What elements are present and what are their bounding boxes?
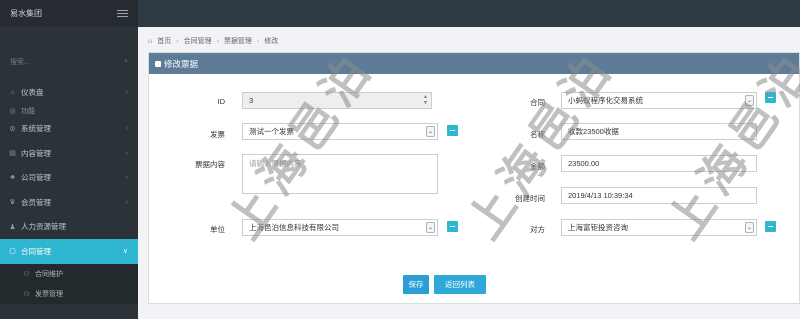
- lock-icon: [155, 60, 161, 67]
- home-icon: ⌂: [148, 37, 153, 45]
- sidebar-subitem-contract-maintain[interactable]: ⚇ 合同维护: [0, 264, 138, 284]
- sidebar-item-company[interactable]: ♣ 公司管理 ‹: [0, 166, 138, 191]
- add-unit-button[interactable]: [447, 221, 458, 232]
- top-bar: [138, 0, 800, 27]
- add-invoice-button[interactable]: [447, 125, 458, 136]
- sidebar-submenu: ⚇ 合同维护 ⚇ 发票管理: [0, 263, 138, 304]
- breadcrumb-current: 修改: [264, 38, 279, 45]
- contract-select[interactable]: 小蚂蚁程序化交易系统 ⌄: [561, 92, 757, 109]
- back-to-list-button[interactable]: 返回列表: [434, 275, 486, 294]
- invoice-select[interactable]: 测试一个发票 ⌄: [242, 123, 438, 140]
- add-contract-button[interactable]: [765, 92, 776, 103]
- party-label: 对方: [530, 225, 545, 234]
- sidebar-item-hr[interactable]: ♟ 人力资源管理: [0, 215, 138, 240]
- amount-label: 金额: [530, 162, 545, 171]
- add-party-button[interactable]: [765, 221, 776, 232]
- sidebar-item-content[interactable]: ▤ 内容管理 ‹: [0, 141, 138, 166]
- sidebar-subitem-invoice[interactable]: ⚇ 发票管理: [0, 284, 138, 304]
- chevron-down-icon[interactable]: ⌄: [426, 222, 435, 233]
- chevron-down-icon[interactable]: ⌄: [745, 95, 754, 106]
- home-icon: ⌂: [10, 88, 15, 96]
- panel-header: 修改票据: [149, 53, 799, 74]
- contract-label: 合同: [530, 98, 545, 107]
- chevron-left-icon: ‹: [125, 88, 128, 96]
- content-textarea[interactable]: 请输入票据内容: [242, 154, 438, 194]
- sidebar-item-member[interactable]: ♛ 会员管理 ‹: [0, 190, 138, 215]
- brand-name: 易水集团: [10, 9, 42, 18]
- content-icon: ▤: [9, 150, 16, 158]
- chevron-down-icon[interactable]: ⌄: [426, 126, 435, 137]
- org-icon: ♣: [10, 174, 15, 182]
- function-icon: ◎: [9, 107, 16, 115]
- invoice-label: 发票: [210, 130, 225, 139]
- chevron-left-icon: ‹: [125, 198, 128, 206]
- amount-input[interactable]: 23500.00: [561, 155, 757, 172]
- sidebar-nav: ⌂ 仪表盘 ‹ ◎ 功能 ⚙ 系统管理 ‹ ▤ 内容管理 ‹ ♣ 公司管理 ‹ …: [0, 80, 138, 304]
- sub-icon: ⚇: [23, 290, 30, 298]
- save-button[interactable]: 保存: [403, 275, 429, 294]
- unit-label: 单位: [210, 225, 225, 234]
- sidebar-item-system[interactable]: ⚙ 系统管理 ‹: [0, 117, 138, 142]
- search-input[interactable]: 搜索...: [10, 57, 30, 67]
- breadcrumb: ⌂ 首页 › 合同管理 › 票据管理 › 修改: [148, 36, 279, 46]
- panel-title: 修改票据: [164, 58, 199, 69]
- menu-toggle-icon[interactable]: [117, 10, 128, 17]
- member-icon: ♛: [9, 199, 16, 207]
- id-field[interactable]: 3 ▲ ▼: [242, 92, 432, 109]
- sidebar-search[interactable]: 搜索... ⌕: [6, 55, 132, 69]
- chevron-down-icon: ∨: [122, 248, 128, 256]
- breadcrumb-contract[interactable]: 合同管理: [184, 36, 212, 46]
- sidebar-section-function: ◎ 功能: [9, 107, 35, 115]
- breadcrumb-invoice[interactable]: 票据管理: [224, 36, 252, 46]
- settings-icon: ⚙: [9, 125, 16, 133]
- sidebar-item-dashboard[interactable]: ⌂ 仪表盘 ‹: [0, 80, 138, 105]
- chevron-down-icon[interactable]: ⌄: [745, 222, 754, 233]
- spinner-icon[interactable]: ▲ ▼: [423, 94, 428, 106]
- sidebar: 易水集团 搜索... ⌕ ⌂ 仪表盘 ‹ ◎ 功能 ⚙ 系统管理 ‹ ▤ 内容管…: [0, 0, 138, 319]
- breadcrumb-home[interactable]: 首页: [157, 36, 171, 46]
- unit-select[interactable]: 上海邑泊信息科技有限公司 ⌄: [242, 219, 438, 236]
- name-input[interactable]: 收款23500收据: [561, 123, 757, 140]
- id-label: ID: [217, 97, 226, 106]
- sidebar-item-contract[interactable]: ▢ 合同管理 ∨: [0, 239, 138, 264]
- chevron-left-icon: ‹: [125, 174, 128, 182]
- search-icon[interactable]: ⌕: [124, 58, 128, 66]
- created-input[interactable]: 2019/4/13 10:39:34: [561, 187, 757, 204]
- sub-icon: ⚇: [23, 270, 30, 278]
- edit-panel: 修改票据 ID 3 ▲ ▼ 发票 测试一个发票 ⌄ 票据内容 请输入票据内容 单位…: [148, 52, 800, 304]
- created-label: 创建时间: [515, 194, 545, 203]
- brand-bar: 易水集团: [0, 0, 138, 27]
- hr-icon: ♟: [9, 223, 16, 231]
- chevron-left-icon: ‹: [125, 125, 128, 133]
- name-label: 名称: [530, 130, 545, 139]
- content-label: 票据内容: [195, 160, 225, 169]
- party-select[interactable]: 上海富钜投资咨询 ⌄: [561, 219, 757, 236]
- contract-icon: ▢: [9, 248, 16, 256]
- chevron-left-icon: ‹: [125, 149, 128, 157]
